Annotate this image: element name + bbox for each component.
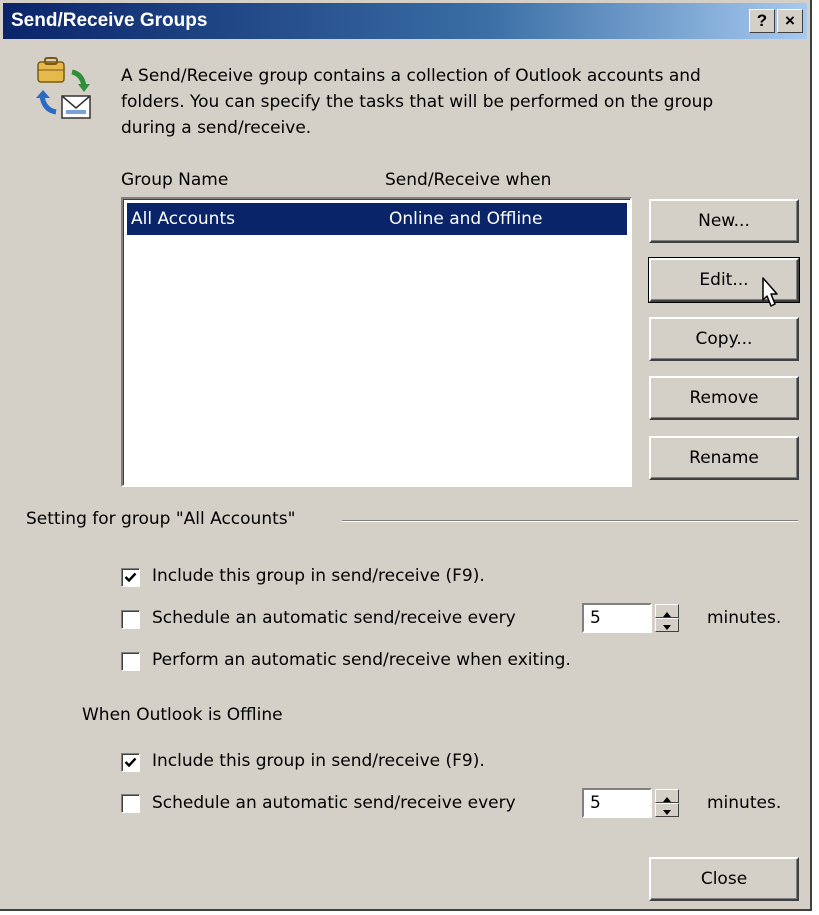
group-list[interactable]: All Accounts Online and Offline xyxy=(121,197,632,487)
spin-down-button[interactable] xyxy=(655,618,679,632)
title-bar[interactable]: Send/Receive Groups ? × xyxy=(3,3,807,39)
include-offline-checkbox[interactable] xyxy=(121,753,140,772)
exiting-label: Perform an automatic send/receive when e… xyxy=(152,650,571,670)
schedule-online-label: Schedule an automatic send/receive every xyxy=(152,608,516,628)
close-button[interactable]: Close xyxy=(649,857,799,901)
send-receive-icon xyxy=(32,56,96,128)
list-item[interactable]: All Accounts Online and Offline xyxy=(127,203,627,235)
schedule-online-minutes-input[interactable]: 5 xyxy=(582,603,652,633)
intro-text-line-1: A Send/Receive group contains a collecti… xyxy=(121,66,701,86)
schedule-online-checkbox[interactable] xyxy=(121,610,140,629)
copy-button[interactable]: Copy... xyxy=(649,317,799,361)
help-button[interactable]: ? xyxy=(749,9,775,33)
include-online-label: Include this group in send/receive (F9). xyxy=(152,566,485,586)
group-name-cell: All Accounts xyxy=(131,209,235,229)
schedule-offline-spinner[interactable] xyxy=(655,789,679,817)
spin-down-button[interactable] xyxy=(655,803,679,817)
offline-heading: When Outlook is Offline xyxy=(82,705,283,725)
new-button[interactable]: New... xyxy=(649,199,799,243)
close-window-button[interactable]: × xyxy=(777,9,803,33)
spin-up-button[interactable] xyxy=(655,789,679,803)
remove-button[interactable]: Remove xyxy=(649,376,799,420)
include-offline-label: Include this group in send/receive (F9). xyxy=(152,751,485,771)
schedule-offline-unit: minutes. xyxy=(707,793,782,813)
column-header-send-receive-when: Send/Receive when xyxy=(385,170,552,190)
send-receive-groups-dialog: Send/Receive Groups ? × A Send/Receive g… xyxy=(0,0,812,911)
window-title: Send/Receive Groups xyxy=(11,10,208,31)
schedule-online-unit: minutes. xyxy=(707,608,782,628)
schedule-offline-label: Schedule an automatic send/receive every xyxy=(152,793,516,813)
rename-button[interactable]: Rename xyxy=(649,436,799,480)
group-settings-heading: Setting for group "All Accounts" xyxy=(26,509,296,529)
intro-text-line-2: folders. You can specify the tasks that … xyxy=(121,92,714,112)
column-header-group-name: Group Name xyxy=(121,170,229,190)
schedule-offline-checkbox[interactable] xyxy=(121,794,140,813)
exiting-checkbox[interactable] xyxy=(121,652,140,671)
spin-up-button[interactable] xyxy=(655,604,679,618)
pointer-cursor-icon xyxy=(753,276,783,320)
intro-text-line-3: during a send/receive. xyxy=(121,118,312,138)
send-receive-when-cell: Online and Offline xyxy=(389,209,543,229)
include-online-checkbox[interactable] xyxy=(121,568,140,587)
divider xyxy=(342,520,798,522)
schedule-online-spinner[interactable] xyxy=(655,604,679,632)
schedule-offline-minutes-input[interactable]: 5 xyxy=(582,788,652,818)
